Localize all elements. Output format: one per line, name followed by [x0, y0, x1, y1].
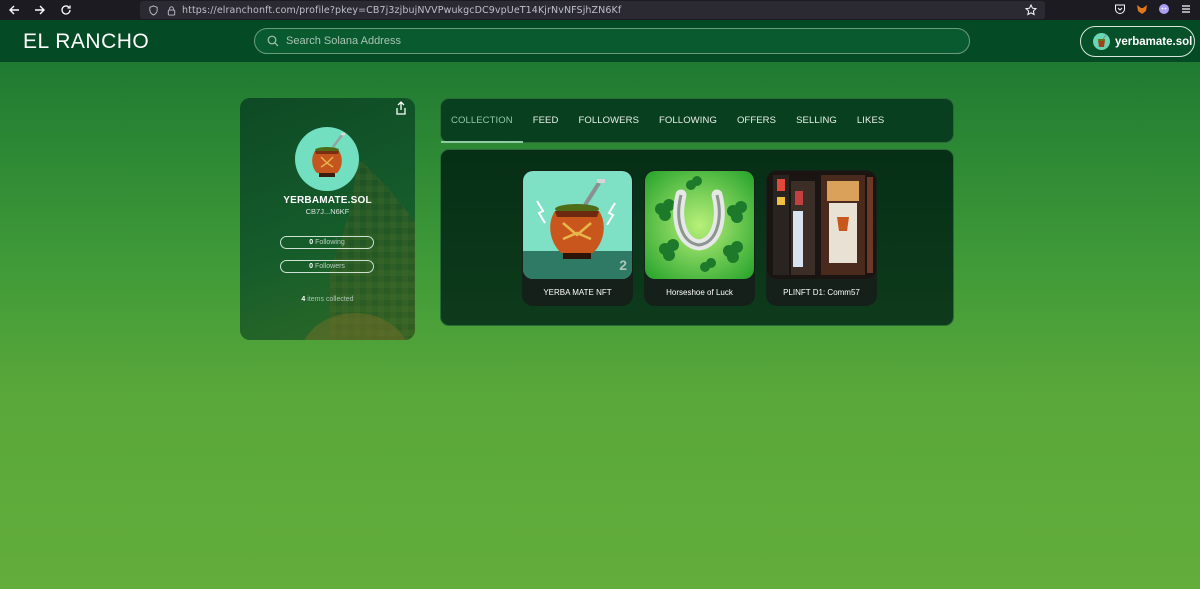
following-count: 0 — [309, 239, 314, 246]
tab-following[interactable]: FOLLOWING — [659, 98, 717, 143]
bookmark-star-icon[interactable] — [1025, 4, 1037, 16]
nft-title: PLINFT D1: Comm57 — [783, 288, 860, 297]
shield-icon — [146, 3, 160, 17]
nft-image-times-square — [767, 171, 876, 279]
nft-card[interactable]: PLINFT D1: Comm57 — [766, 170, 877, 306]
tab-collection[interactable]: COLLECTION — [441, 98, 523, 143]
url-text: https://elranchonft.com/profile?pkey=CB7… — [182, 4, 622, 16]
profile-name: YERBAMATE.SOL — [283, 195, 372, 206]
profile-avatar — [295, 127, 359, 191]
nft-title: YERBA MATE NFT — [543, 288, 612, 297]
items-label: items collected — [307, 296, 354, 303]
profile-card: YERBAMATE.SOL CB7J...N6KF 0 Following 0 … — [240, 98, 415, 340]
followers-pill[interactable]: 0 Followers — [280, 260, 374, 273]
wallet-button[interactable]: yerbamate.sol — [1080, 26, 1195, 57]
phantom-icon[interactable] — [1158, 3, 1170, 15]
nft-edition-badge: 2 — [619, 257, 627, 273]
tab-feed[interactable]: FEED — [533, 98, 559, 143]
brand-logo[interactable]: EL RANCHO — [23, 30, 149, 54]
profile-tabs: COLLECTION FEED FOLLOWERS FOLLOWING OFFE… — [440, 98, 954, 143]
metamask-fox-icon[interactable] — [1136, 3, 1148, 15]
nft-image-horseshoe — [645, 171, 754, 279]
search-icon — [267, 35, 279, 47]
share-icon[interactable] — [395, 101, 407, 115]
search-bar[interactable] — [254, 28, 970, 54]
following-pill[interactable]: 0 Following — [280, 236, 374, 249]
tab-offers[interactable]: OFFERS — [737, 98, 776, 143]
extension-icons — [1114, 3, 1192, 15]
tab-followers[interactable]: FOLLOWERS — [578, 98, 639, 143]
browser-toolbar: https://elranchonft.com/profile?pkey=CB7… — [0, 0, 1200, 20]
profile-address[interactable]: CB7J...N6KF — [240, 207, 415, 216]
forward-icon[interactable] — [29, 0, 51, 20]
pocket-icon[interactable] — [1114, 3, 1126, 15]
items-count: 4 — [301, 296, 306, 303]
wallet-label: yerbamate.sol — [1115, 35, 1193, 48]
followers-count: 0 — [309, 263, 313, 270]
nft-title: Horseshoe of Luck — [666, 288, 733, 297]
reload-icon[interactable] — [55, 0, 77, 20]
app-header: EL RANCHO yerbamate.sol — [0, 20, 1200, 62]
tab-selling[interactable]: SELLING — [796, 98, 837, 143]
following-label: Following — [315, 239, 345, 246]
nft-card[interactable]: Horseshoe of Luck — [644, 170, 755, 306]
back-icon[interactable] — [3, 0, 25, 20]
lock-icon — [164, 3, 178, 17]
items-collected: 4 items collected — [240, 296, 415, 303]
nft-card[interactable]: 2 YERBA MATE NFT — [522, 170, 633, 306]
address-bar[interactable]: https://elranchonft.com/profile?pkey=CB7… — [140, 1, 1045, 19]
collection-panel: 2 YERBA MATE NFT Horseshoe of Luck PLINF… — [440, 149, 954, 326]
wallet-avatar — [1093, 33, 1110, 50]
menu-icon[interactable] — [1180, 3, 1192, 15]
nft-image-yerba-mate: 2 — [523, 171, 632, 279]
tab-likes[interactable]: LIKES — [857, 98, 884, 143]
followers-label: Followers — [314, 263, 345, 270]
search-input[interactable] — [286, 35, 886, 47]
